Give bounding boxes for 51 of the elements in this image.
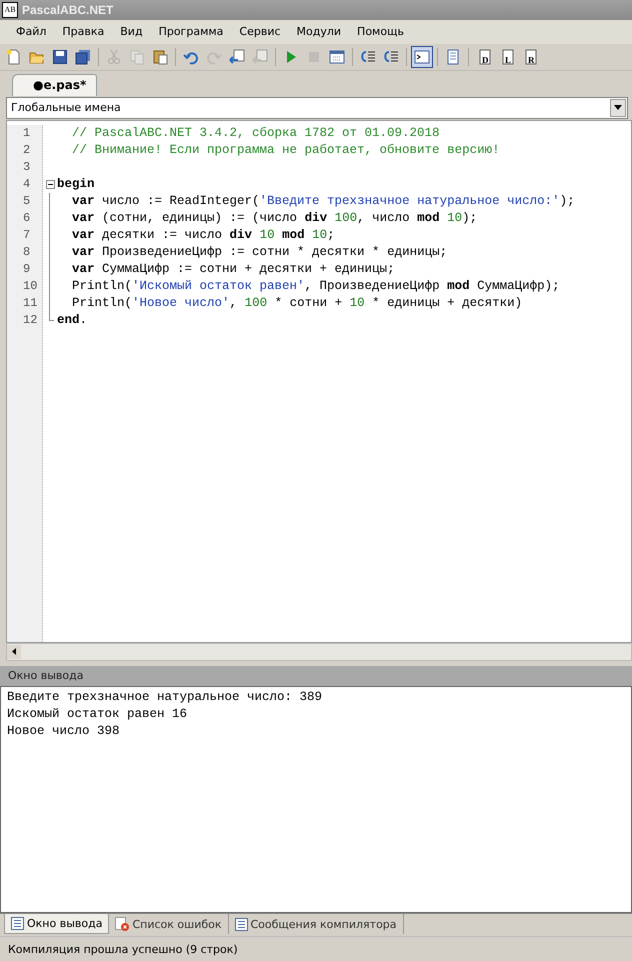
app-logo: AB [2,2,18,18]
menu-item[interactable]: Правка [54,25,112,38]
fold-end-line [49,312,54,321]
menu-item[interactable]: Файл [8,25,54,38]
panel-tab[interactable]: Окно вывода [4,914,110,934]
menu-item[interactable]: Помощь [349,25,412,38]
line-number: 4 [22,176,30,193]
menu-item[interactable]: Вид [112,25,151,38]
output-line: Введите трехзначное натуральное число: 389 [7,688,322,706]
output-line: Искомый остаток равен 16 [7,706,188,723]
error-list-icon [115,917,130,932]
horizontal-scrollbar[interactable] [6,642,632,661]
list-icon [11,917,24,930]
code-line: var СуммаЦифр := сотни + десятки + единицы; [71,262,395,276]
line-number: 8 [22,244,30,261]
code-line: var ПроизведениеЦифр := сотни * десятки * единицы; [71,244,448,259]
line-number: 11 [22,294,38,312]
dropdown-value: Глобальные имена [10,101,121,114]
panel-title: Окно вывода [8,669,84,682]
line-number: 2 [22,142,30,159]
window-title: PascalABC.NET [22,2,114,17]
line-number: 3 [22,158,30,176]
status-text: Компиляция прошла успешно (9 строк) [8,942,238,956]
file-tab[interactable]: ●e.pas* [12,74,98,96]
code-line: var десятки := число div 10 mod 10; [71,228,335,242]
menu-item[interactable]: Программа [150,25,232,38]
scroll-left-icon[interactable] [7,644,21,659]
panel-tab[interactable]: Список ошибок [109,914,228,934]
output-line: Новое число 398 [7,722,120,740]
code-line: Println('Искомый остаток равен', ПроизведениеЦифр mod СуммаЦифр); [71,278,560,293]
menu-item[interactable]: Модули [288,25,350,38]
scope-dropdown[interactable]: Глобальные имена [6,96,628,119]
list-icon [234,918,248,931]
line-number: 12 [22,312,38,329]
line-number: 9 [22,260,30,278]
code-line: end. [57,312,88,327]
line-number: 5 [22,192,30,210]
line-number: 10 [22,278,38,295]
line-number: 6 [22,210,30,227]
line-number: 7 [22,226,30,244]
panel-tab[interactable]: Сообщения компилятора [228,914,404,934]
console-icon[interactable] [411,46,433,68]
menu-item[interactable]: Сервис [231,25,289,38]
code-line: // PascalABC.NET 3.4.2, сборка 1782 от 01.09.2018 [71,126,440,140]
line-number: 1 [22,124,30,142]
code-line: var число := ReadInteger('Введите трехзначное натуральное число:'); [71,194,575,208]
collapse-icon[interactable] [46,180,54,189]
code-line: Println('Новое число', 100 * сотни + 10 * единицы + десятки) [71,296,522,310]
code-line: begin [57,176,95,191]
code-line: var (сотни, единицы) := (число div 100, число mod 10); [71,210,478,225]
code-line: // Внимание! Если программа не работает, обновите версию! [71,142,500,157]
